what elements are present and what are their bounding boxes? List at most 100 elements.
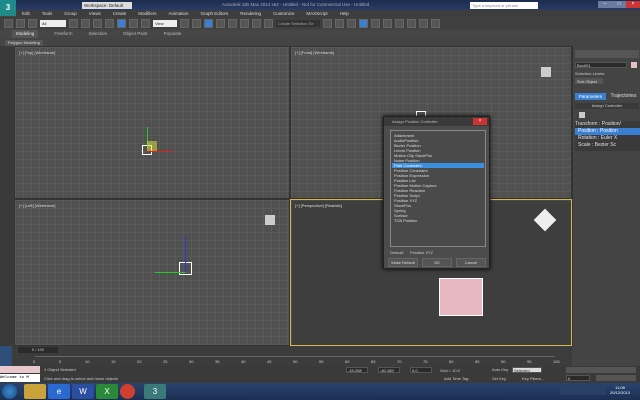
controller-list-item[interactable]: TCB Position bbox=[392, 218, 484, 223]
y-coordinate[interactable]: -40.189 bbox=[378, 367, 400, 373]
menu-edit[interactable]: Edit bbox=[16, 10, 36, 17]
explorer-icon[interactable] bbox=[24, 384, 46, 399]
render-frame-icon[interactable] bbox=[419, 19, 428, 28]
command-panel-tabs[interactable] bbox=[575, 50, 639, 58]
tree-item[interactable]: Scale : Bezier Sc bbox=[575, 142, 640, 149]
viewport-navigation-controls[interactable] bbox=[596, 375, 636, 381]
viewcube-icon[interactable] bbox=[541, 67, 551, 77]
viewport-top[interactable]: [+] [Top] [Wireframe] bbox=[14, 46, 290, 199]
gizmo-y-axis[interactable] bbox=[155, 272, 185, 273]
tree-item[interactable]: Rotation : Euler X bbox=[575, 135, 640, 142]
key-filters-button[interactable]: Key Filters... bbox=[522, 376, 544, 381]
current-frame-field[interactable]: 0 bbox=[566, 375, 590, 381]
gizmo-plane[interactable] bbox=[147, 141, 157, 151]
menu-graph-editors[interactable]: Graph Editors bbox=[195, 10, 235, 17]
app-logo-button[interactable]: 3 bbox=[0, 0, 16, 16]
tab-freeform[interactable]: Freeform bbox=[54, 30, 72, 38]
select-object-icon[interactable] bbox=[69, 19, 78, 28]
menu-tools[interactable]: Tools bbox=[36, 10, 59, 17]
tab-populate[interactable]: Populate bbox=[164, 30, 182, 38]
viewcube-icon[interactable] bbox=[265, 215, 275, 225]
parameters-button[interactable]: Parameters bbox=[575, 93, 606, 100]
close-button[interactable]: × bbox=[626, 1, 640, 8]
menu-maxscript[interactable]: MAXScript bbox=[300, 10, 333, 17]
spinner-snap-icon[interactable] bbox=[252, 19, 261, 28]
ref-coord-dropdown[interactable]: View bbox=[153, 20, 177, 27]
tab-modeling[interactable]: Modeling bbox=[12, 30, 38, 38]
trajectories-button[interactable]: Trajectories bbox=[607, 93, 640, 100]
search-input[interactable]: Type a keyword or phrase bbox=[470, 2, 538, 9]
viewport-label[interactable]: [+] [Front] [Wireframe] bbox=[295, 50, 334, 55]
minimize-button[interactable]: – bbox=[598, 1, 612, 8]
viewport-left[interactable]: [+] [Left] [Wireframe] bbox=[14, 199, 290, 346]
make-default-button[interactable]: Make Default bbox=[388, 258, 418, 267]
menu-modifiers[interactable]: Modifiers bbox=[132, 10, 162, 17]
named-selection-dropdown[interactable]: Create Selection Se bbox=[276, 20, 320, 27]
menu-views[interactable]: Views bbox=[83, 10, 107, 17]
gizmo-x-axis[interactable] bbox=[147, 151, 173, 152]
edit-named-sel-icon[interactable] bbox=[264, 19, 273, 28]
workspace-dropdown[interactable]: Workspace: Default bbox=[82, 2, 132, 9]
object-color-swatch[interactable] bbox=[631, 62, 637, 68]
excel-icon[interactable]: X bbox=[96, 384, 118, 399]
viewport-label[interactable]: [+] [Perspective] [Realistic] bbox=[295, 203, 342, 208]
viewport-label[interactable]: [+] [Left] [Wireframe] bbox=[19, 203, 55, 208]
unlink-icon[interactable] bbox=[16, 19, 25, 28]
layer-icon[interactable] bbox=[347, 19, 356, 28]
material-editor-icon[interactable] bbox=[395, 19, 404, 28]
time-slider[interactable]: 0 / 100 bbox=[18, 347, 58, 353]
menu-create[interactable]: Create bbox=[107, 10, 133, 17]
graphite-icon[interactable] bbox=[359, 19, 368, 28]
controller-list[interactable]: AttachmentAudioPositionBezier PositionLi… bbox=[390, 130, 486, 247]
schematic-icon[interactable] bbox=[383, 19, 392, 28]
align-icon[interactable] bbox=[335, 19, 344, 28]
system-tray-icons[interactable] bbox=[560, 387, 606, 395]
link-icon[interactable] bbox=[4, 19, 13, 28]
move-icon[interactable] bbox=[117, 19, 126, 28]
set-key-button[interactable]: Set Key bbox=[492, 376, 506, 381]
clock[interactable]: 11:0820/12/2013 bbox=[610, 385, 630, 395]
selection-filter-dropdown[interactable]: All bbox=[40, 20, 66, 27]
maxscript-listener[interactable] bbox=[0, 366, 40, 373]
gizmo-z-axis[interactable] bbox=[185, 236, 186, 272]
start-button[interactable] bbox=[2, 384, 17, 399]
pivot-icon[interactable] bbox=[180, 19, 189, 28]
render-setup-icon[interactable] bbox=[407, 19, 416, 28]
viewport-layout-icon[interactable] bbox=[0, 346, 12, 366]
add-time-tag[interactable]: Add Time Tag bbox=[444, 376, 468, 381]
assign-controller-rollout[interactable]: Assign Controller bbox=[575, 103, 639, 109]
x-coordinate[interactable]: -15.208 bbox=[346, 367, 368, 373]
tree-item[interactable]: Position : Position bbox=[575, 128, 640, 135]
keyboard-shortcut-icon[interactable] bbox=[204, 19, 213, 28]
key-mode-dropdown[interactable]: Selected bbox=[512, 367, 542, 373]
angle-snap-icon[interactable] bbox=[228, 19, 237, 28]
chrome-icon[interactable] bbox=[120, 384, 135, 399]
scale-icon[interactable] bbox=[141, 19, 150, 28]
assign-controller-icon[interactable] bbox=[579, 112, 585, 118]
rect-selection-icon[interactable] bbox=[93, 19, 102, 28]
z-coordinate[interactable]: 0.0 bbox=[410, 367, 432, 373]
word-icon[interactable]: W bbox=[72, 384, 94, 399]
render-icon[interactable] bbox=[431, 19, 440, 28]
curve-editor-icon[interactable] bbox=[371, 19, 380, 28]
internet-explorer-icon[interactable]: e bbox=[48, 384, 70, 399]
window-crossing-icon[interactable] bbox=[105, 19, 114, 28]
percent-snap-icon[interactable] bbox=[240, 19, 249, 28]
manipulate-icon[interactable] bbox=[192, 19, 201, 28]
box-object[interactable] bbox=[439, 278, 483, 316]
tab-selection[interactable]: Selection bbox=[89, 30, 108, 38]
3dsmax-taskbar-icon[interactable]: 3 bbox=[144, 384, 166, 399]
viewcube-icon[interactable] bbox=[534, 209, 557, 232]
cancel-button[interactable]: Cancel bbox=[456, 258, 486, 267]
menu-customize[interactable]: Customize bbox=[267, 10, 300, 17]
tab-object-paint[interactable]: Object Paint bbox=[123, 30, 148, 38]
dialog-close-button[interactable]: × bbox=[473, 118, 487, 125]
menu-help[interactable]: Help bbox=[334, 10, 355, 17]
viewport-label[interactable]: [+] [Top] [Wireframe] bbox=[19, 50, 55, 55]
menu-group[interactable]: Group bbox=[58, 10, 83, 17]
auto-key-button[interactable]: Auto Key bbox=[492, 367, 508, 372]
mirror-icon[interactable] bbox=[323, 19, 332, 28]
tree-item[interactable]: Transform : Position/ bbox=[575, 121, 640, 128]
maximize-button[interactable]: □ bbox=[612, 1, 626, 8]
menu-rendering[interactable]: Rendering bbox=[234, 10, 267, 17]
